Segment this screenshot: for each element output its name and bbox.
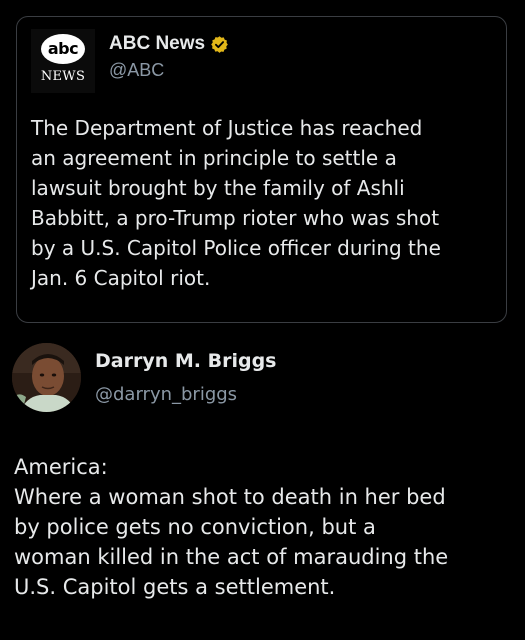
abc-logo-subtitle: NEWS — [40, 69, 86, 84]
quoted-author-name[interactable]: ABC News — [109, 33, 205, 55]
quoted-author-row: ABC News — [109, 31, 229, 57]
post-author-handle[interactable]: @darryn_briggs — [95, 384, 237, 405]
avatar-photo-icon — [12, 343, 81, 412]
quoted-author-handle[interactable]: @ABC — [109, 60, 164, 81]
abc-logo-disc: abc — [41, 34, 85, 64]
quoted-post-card[interactable]: abc NEWS ABC News @ABC The Department of… — [16, 16, 507, 323]
verified-badge-icon — [211, 35, 228, 53]
avatar[interactable] — [12, 343, 81, 412]
abc-news-logo[interactable]: abc NEWS — [31, 29, 95, 93]
post-text: America: Where a woman shot to death in … — [14, 455, 449, 599]
quoted-post-text: The Department of Justice has reached an… — [31, 116, 441, 290]
post-author-name[interactable]: Darryn M. Briggs — [95, 350, 276, 372]
